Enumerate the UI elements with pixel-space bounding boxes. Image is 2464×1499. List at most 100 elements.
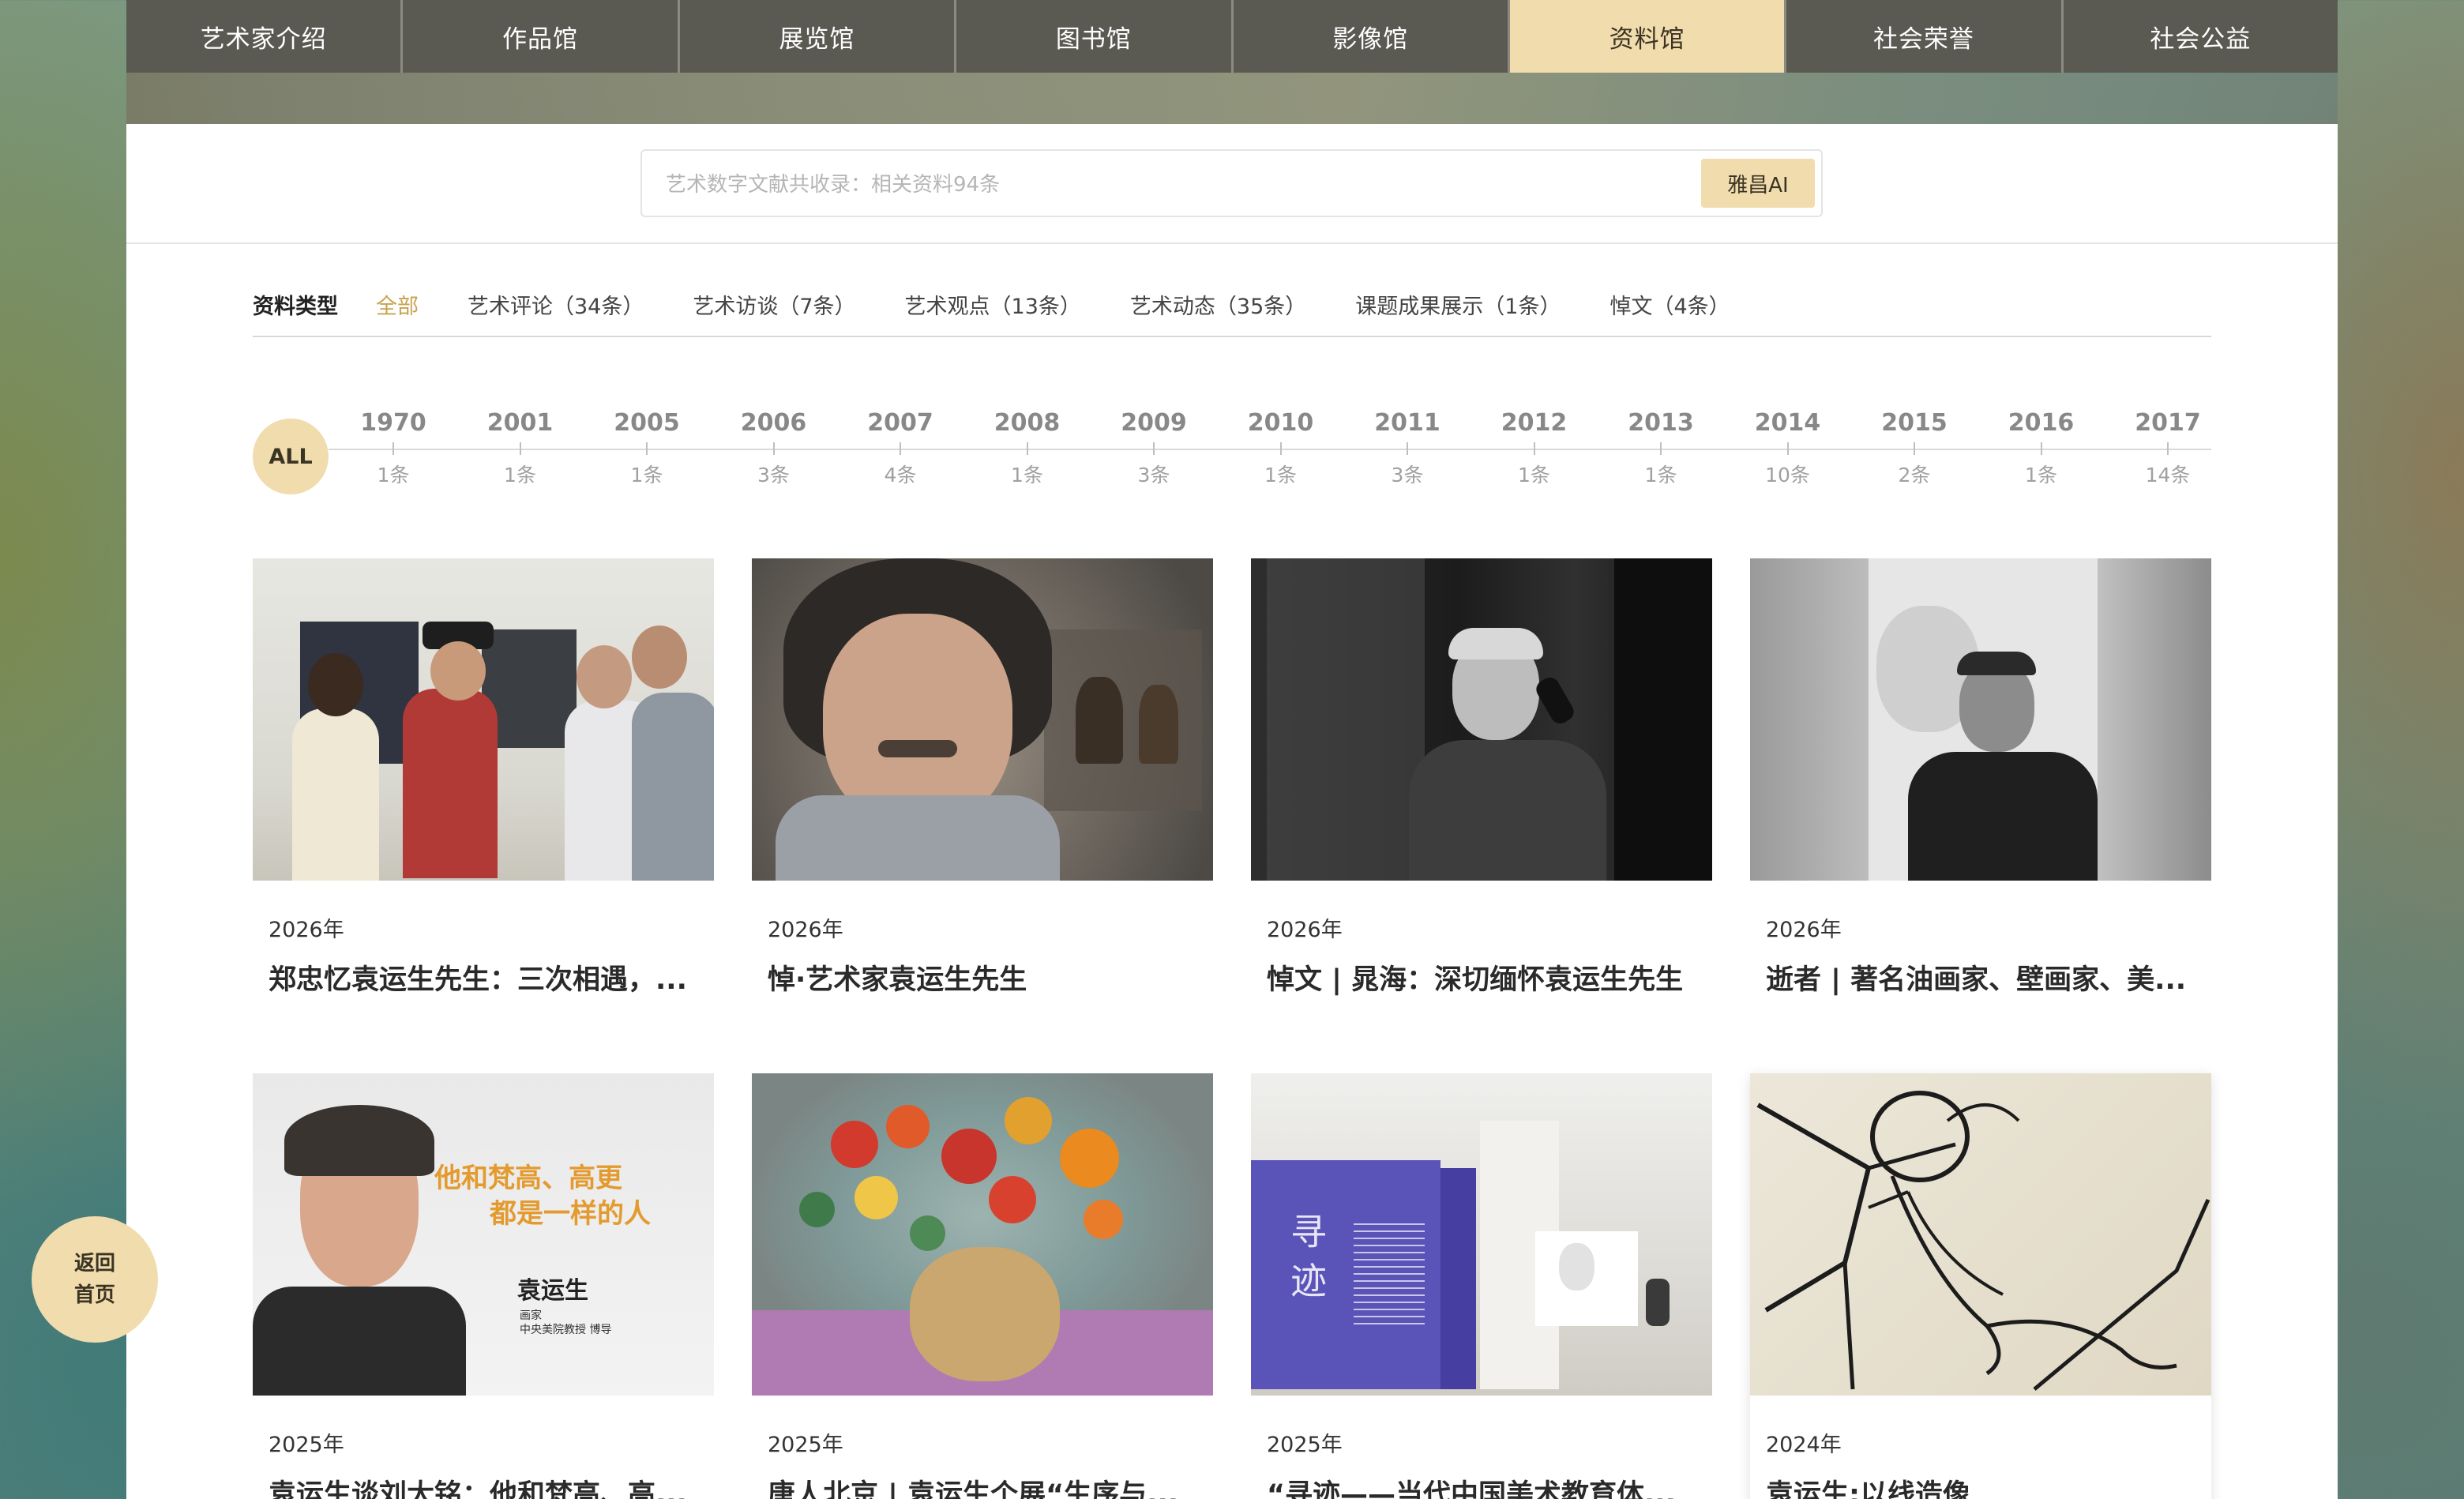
card-title[interactable]: 悼文 | 晁海：深切缅怀袁运生先生 [1267,957,1701,997]
timeline-year-2009[interactable]: 2009 3条 [1106,404,1201,488]
timeline-years: 1970 1条 2001 1条 2005 1条 2006 3条 2007 4条 2008 1条 2009… [253,404,2211,507]
nav-item-exhibitions[interactable]: 展览馆 [680,0,957,73]
timeline-tick [2167,442,2169,455]
divider [126,242,2338,244]
timeline-year-count: 1条 [1644,464,1677,487]
thumb-name: 袁运生 [517,1277,588,1305]
article-card[interactable]: 2026年 悼·艺术家袁运生先生 [752,558,1213,1026]
type-research[interactable]: 课题成果展示（1条） [1355,289,1561,320]
article-card[interactable]: 他和梵高、高更 都是一样的人 袁运生 画家 中央美院教授 博导 2025年 袁运… [253,1073,714,1499]
ai-search-button[interactable]: 雅昌AI [1701,159,1815,208]
timeline-year-count: 3条 [757,464,790,487]
timeline-year-count: 1条 [377,464,410,487]
timeline-tick [519,442,521,455]
year-timeline: ALL 1970 1条 2001 1条 2005 1条 2006 3条 2007 4条 2008 1条… [253,404,2211,507]
timeline-tick [1914,442,1915,455]
timeline-year-label: 2015 [1881,409,1948,437]
back-home-button[interactable]: 返回 首页 [32,1216,158,1343]
timeline-tick [1407,442,1408,455]
nav-item-charity[interactable]: 社会公益 [2064,0,2338,73]
article-card[interactable]: 2026年 郑忠忆袁运生先生：三次相遇，... [253,558,714,1026]
timeline-year-2013[interactable]: 2013 1条 [1613,404,1708,488]
article-card[interactable]: 2026年 逝者 | 著名油画家、壁画家、美... [1750,558,2211,1026]
type-filter: 资料类型 全部 艺术评论（34条） 艺术访谈（7条） 艺术观点（13条） 艺术动… [253,282,2211,337]
card-date: 2026年 [1766,918,1842,942]
type-viewpoint[interactable]: 艺术观点（13条） [905,289,1081,320]
timeline-year-2016[interactable]: 2016 1条 [1994,404,2089,488]
timeline-year-label: 2011 [1374,409,1440,437]
timeline-tick [900,442,901,455]
timeline-year-label: 2007 [867,409,933,437]
timeline-year-label: 2006 [740,409,807,437]
timeline-year-2014[interactable]: 2014 10条 [1741,404,1835,488]
nav-item-archive[interactable]: 资料馆 [1509,0,1787,73]
timeline-tick [393,442,394,455]
card-title[interactable]: 悼·艺术家袁运生先生 [768,957,1202,997]
timeline-year-count: 1条 [1518,464,1550,487]
card-thumbnail [752,558,1213,881]
thumb-role: 画家 [520,1309,542,1322]
back-home-line2: 首页 [73,1283,115,1307]
type-eulogy[interactable]: 悼文（4条） [1609,289,1730,320]
timeline-year-label: 1970 [360,409,426,437]
timeline-year-count: 1条 [2025,464,2057,487]
timeline-year-2005[interactable]: 2005 1条 [599,404,694,488]
timeline-year-2017[interactable]: 2017 14条 [2120,404,2215,488]
card-thumbnail [253,558,714,881]
timeline-tick [1533,442,1535,455]
nav-item-honors[interactable]: 社会荣誉 [1786,0,2064,73]
timeline-year-count: 2条 [1898,464,1931,487]
top-nav: 艺术家介绍 作品馆 展览馆 图书馆 影像馆 资料馆 社会荣誉 社会公益 [126,0,2338,73]
type-all[interactable]: 全部 [376,289,419,320]
timeline-year-count: 1条 [1011,464,1043,487]
card-grid: 2026年 郑忠忆袁运生先生：三次相遇，... 2026年 悼·艺术家袁运生先生 [253,558,2211,1499]
archive-panel: 雅昌AI 资料类型 全部 艺术评论（34条） 艺术访谈（7条） 艺术观点（13条… [126,124,2338,1499]
card-title[interactable]: 郑忠忆袁运生先生：三次相遇，... [269,957,703,997]
timeline-tick [1153,442,1155,455]
timeline-year-label: 2017 [2135,409,2201,437]
timeline-year-2006[interactable]: 2006 3条 [727,404,821,488]
article-card[interactable]: 2025年 唐人北京 | 袁运生个展“生序与... [752,1073,1213,1499]
type-interview[interactable]: 艺术访谈（7条） [693,289,855,320]
article-card[interactable]: 2026年 悼文 | 晁海：深切缅怀袁运生先生 [1251,558,1712,1026]
timeline-year-label: 2008 [993,409,1061,437]
timeline-tick [772,442,775,455]
card-title[interactable]: 袁运生谈刘大铭：他和梵高、高... [269,1472,703,1499]
search-input[interactable] [666,165,1692,205]
nav-item-works[interactable]: 作品馆 [403,0,680,73]
timeline-year-2010[interactable]: 2010 1条 [1234,404,1328,488]
article-card[interactable]: 2024年 袁运生:以线造像 [1750,1073,2211,1499]
timeline-year-2008[interactable]: 2008 1条 [980,404,1075,488]
timeline-tick [1660,442,1662,455]
timeline-year-2007[interactable]: 2007 4条 [853,404,948,488]
timeline-year-label: 2010 [1247,409,1314,437]
search-bar: 雅昌AI [640,149,1823,217]
timeline-year-2001[interactable]: 2001 1条 [473,404,568,488]
nav-item-video[interactable]: 影像馆 [1234,0,1510,73]
card-title[interactable]: “寻迹——当代中国美术教育体... [1267,1472,1701,1499]
card-title[interactable]: 唐人北京 | 袁运生个展“生序与... [768,1472,1202,1499]
card-title[interactable]: 逝者 | 著名油画家、壁画家、美... [1766,957,2200,997]
card-date: 2026年 [768,918,843,942]
card-thumbnail [1750,1073,2211,1396]
thumb-affiliation: 中央美院教授 博导 [520,1324,612,1336]
type-news[interactable]: 艺术动态（35条） [1130,289,1306,320]
card-thumbnail [1750,558,2211,881]
timeline-year-2015[interactable]: 2015 2条 [1867,404,1962,488]
timeline-year-2011[interactable]: 2011 3条 [1360,404,1455,488]
nav-item-artist-intro[interactable]: 艺术家介绍 [126,0,404,73]
timeline-year-label: 2014 [1754,409,1821,437]
type-filter-label: 资料类型 [253,294,338,319]
nav-item-library[interactable]: 图书馆 [956,0,1234,73]
timeline-year-2012[interactable]: 2012 1条 [1487,404,1582,488]
article-card[interactable]: 寻迹 2025年 “寻迹——当代中国美术教育体... [1251,1073,1712,1499]
timeline-tick [1279,442,1282,455]
type-review[interactable]: 艺术评论（34条） [468,289,644,320]
card-title[interactable]: 袁运生:以线造像 [1766,1472,2200,1499]
card-date: 2024年 [1766,1433,1842,1457]
timeline-year-label: 2013 [1628,409,1694,437]
thumb-headline-1: 他和梵高、高更 [434,1163,622,1194]
timeline-year-1970[interactable]: 1970 1条 [346,404,441,488]
timeline-year-count: 1条 [504,464,536,487]
timeline-year-label: 2005 [614,409,680,437]
